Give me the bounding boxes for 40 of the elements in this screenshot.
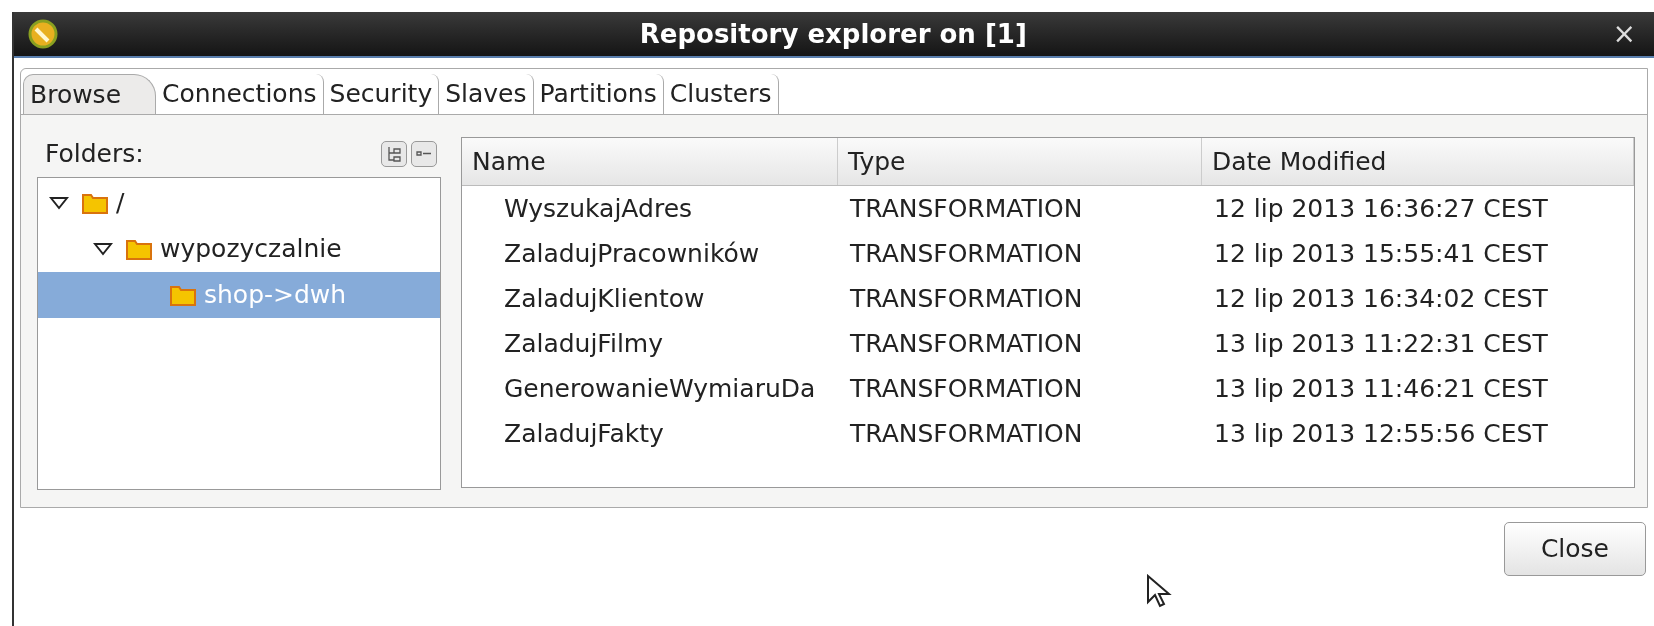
tree-item[interactable]: wypozyczalnie xyxy=(38,226,440,272)
column-header[interactable]: Date Modified xyxy=(1202,138,1634,185)
table-cell-text: ZaladujPracowników xyxy=(503,237,761,270)
table-cell-text: TRANSFORMATION xyxy=(849,372,1084,405)
table-cell-text: ZaladujFakty xyxy=(503,417,665,450)
tab[interactable]: Browse xyxy=(23,74,157,114)
column-header[interactable]: Type xyxy=(838,138,1202,185)
table-cell-text: TRANSFORMATION xyxy=(849,192,1084,225)
expand-triangle-icon[interactable] xyxy=(93,242,113,256)
table-cell-text: 13 lip 2013 11:22:31 CEST xyxy=(1213,327,1549,360)
folder-name: shop->dwh xyxy=(204,279,347,312)
folders-label: Folders: xyxy=(45,138,144,171)
app-logo-icon xyxy=(28,19,58,49)
table-cell-text: TRANSFORMATION xyxy=(849,417,1084,450)
window-title: Repository explorer on [1] xyxy=(639,17,1027,51)
folder-icon xyxy=(126,238,152,260)
table-cell-text: 12 lip 2013 16:36:27 CEST xyxy=(1213,192,1549,225)
table-cell-text: ZaladujFilmy xyxy=(503,327,664,360)
table-cell-text: TRANSFORMATION xyxy=(849,327,1084,360)
mouse-cursor-icon xyxy=(1146,574,1172,608)
table-cell-text: 12 lip 2013 16:34:02 CEST xyxy=(1213,282,1549,315)
folder-name: / xyxy=(116,187,125,220)
table-cell-text: WyszukajAdres xyxy=(503,192,694,225)
table-cell-text: ZaladujKlientow xyxy=(503,282,706,315)
table-cell-text: 13 lip 2013 12:55:56 CEST xyxy=(1213,417,1549,450)
folder-icon xyxy=(170,284,196,306)
folder-icon xyxy=(82,192,108,214)
table-cell-text: 12 lip 2013 15:55:41 CEST xyxy=(1213,237,1549,270)
table-cell-text: 13 lip 2013 11:46:21 CEST xyxy=(1213,372,1549,405)
table-cell-text: TRANSFORMATION xyxy=(849,237,1084,270)
collapse-all-icon[interactable] xyxy=(411,141,437,167)
expand-triangle-icon[interactable] xyxy=(49,196,69,210)
column-header[interactable]: Name xyxy=(462,138,838,185)
folder-name: wypozyczalnie xyxy=(160,233,342,266)
close-dialog-button[interactable]: Close xyxy=(1503,522,1646,576)
expand-all-icon[interactable] xyxy=(381,141,407,167)
table-cell-text: TRANSFORMATION xyxy=(849,282,1084,315)
table-cell-text: GenerowanieWymiaruDa xyxy=(503,372,817,405)
tree-item[interactable]: / xyxy=(38,180,440,226)
close-button[interactable]: × xyxy=(1608,20,1640,48)
